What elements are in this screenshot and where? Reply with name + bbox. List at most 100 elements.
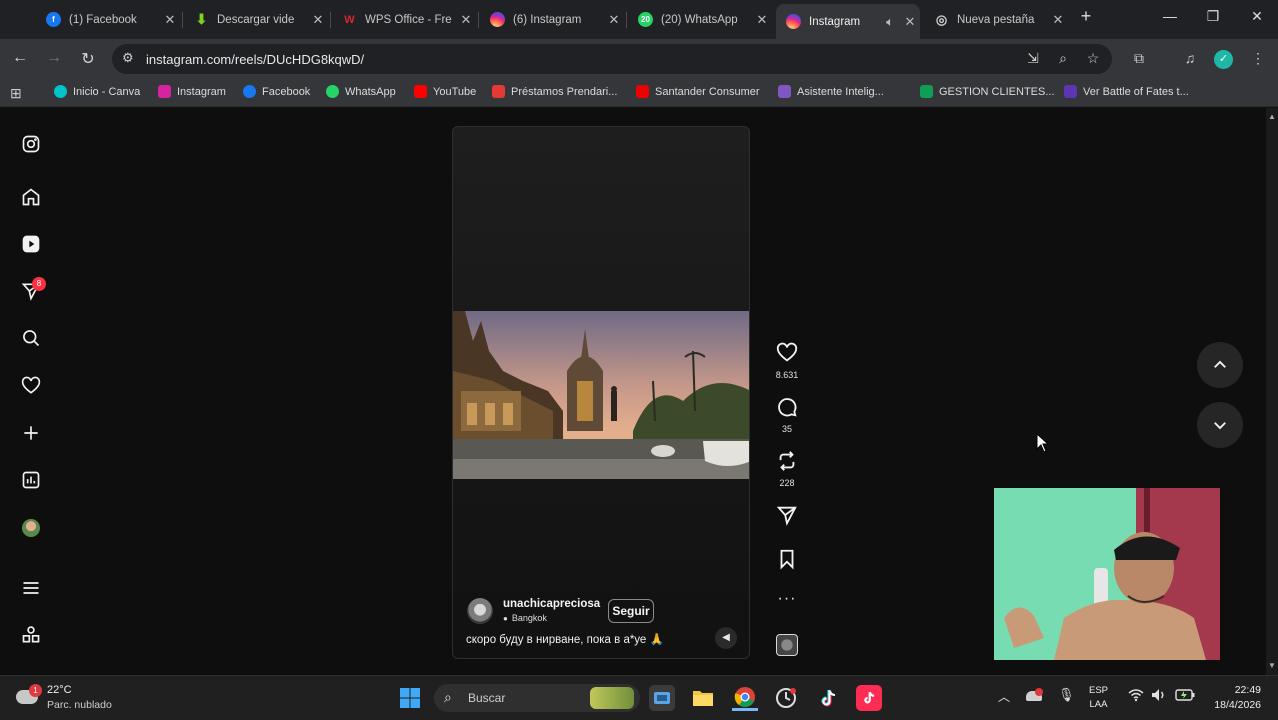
weather-description[interactable]: Parc. nublado [47, 699, 112, 711]
close-icon[interactable]: ✕ [604, 12, 624, 28]
bookmark-gestion-clientes[interactable]: GESTION CLIENTES... [920, 85, 1055, 98]
comment-button[interactable]: 35 [772, 396, 802, 434]
tab-instagram-6[interactable]: (6) Instagram ✕ [480, 4, 624, 35]
close-icon[interactable]: ✕ [1048, 12, 1068, 28]
new-tab-icon[interactable]: + [1076, 6, 1096, 27]
taskbar-search[interactable]: ⌕ Buscar [434, 684, 640, 712]
close-icon[interactable]: ✕ [456, 12, 476, 28]
user-avatar[interactable] [467, 598, 493, 624]
back-icon[interactable]: ← [10, 49, 30, 67]
profile-avatar[interactable] [20, 517, 42, 539]
tray-overflow-icon[interactable]: ︿ [998, 688, 1010, 705]
create-icon[interactable] [20, 422, 42, 444]
zoom-icon[interactable]: ⌕ [1054, 50, 1072, 67]
tab-facebook[interactable]: f (1) Facebook ✕ [36, 4, 180, 35]
home-icon[interactable] [20, 186, 42, 208]
close-icon[interactable]: ✕ [900, 14, 920, 30]
speaker-icon[interactable]: 🔈︎ [880, 14, 900, 30]
tab-title: (6) Instagram [513, 13, 582, 26]
input-language[interactable]: ESP LAA [1089, 685, 1108, 710]
tab-nueva-pestana[interactable]: ◎ Nueva pestaña ✕ [924, 4, 1068, 35]
address-bar[interactable]: ⚙︎ instagram.com/reels/DUcHDG8kqwD/ [112, 44, 1112, 74]
weather-widget-icon[interactable]: 1 [16, 684, 42, 710]
search-icon[interactable] [20, 327, 42, 349]
bookmark-santander[interactable]: Santander Consumer [636, 85, 760, 98]
url-text[interactable]: instagram.com/reels/DUcHDG8kqwD/ [146, 52, 364, 67]
reel-video[interactable]: unachicapreciosa ● Bangkok Seguir скоро … [452, 126, 750, 659]
notifications-icon[interactable] [20, 375, 42, 397]
bookmark-battle-of-fates[interactable]: Ver Battle of Fates t... [1064, 85, 1189, 98]
media-control-icon[interactable]: ♫ [1181, 50, 1199, 66]
tab-instagram-active[interactable]: Instagram 🔈︎ ✕ [776, 4, 920, 39]
page-scrollbar[interactable]: ▲ ▼ [1266, 108, 1278, 675]
bookmark-youtube[interactable]: YouTube [414, 85, 476, 98]
wifi-icon[interactable] [1128, 688, 1144, 705]
windows-taskbar: 1 22°C Parc. nublado ⌕ Buscar ︿ 🎙︎ ESP L… [0, 675, 1278, 720]
chevron-down-icon [1214, 422, 1226, 430]
keyboard-layout-label: LAA [1089, 699, 1108, 710]
reels-icon[interactable] [20, 233, 42, 255]
dashboard-icon[interactable] [20, 469, 42, 491]
facebook-icon [243, 85, 256, 98]
window-close-icon[interactable]: ✕ [1247, 8, 1267, 25]
volume-icon[interactable] [1151, 688, 1167, 705]
minimize-icon[interactable]: — [1160, 8, 1180, 24]
menu-kebab-icon[interactable]: ⋮ [1249, 50, 1267, 67]
save-button[interactable] [772, 548, 802, 575]
close-icon[interactable]: ✕ [160, 12, 180, 28]
more-icon[interactable] [20, 577, 42, 599]
forward-icon[interactable]: → [44, 49, 64, 67]
extensions-icon[interactable]: ⧉ [1130, 50, 1148, 67]
bookmark-whatsapp[interactable]: WhatsApp [326, 85, 396, 98]
previous-reel-button[interactable] [1197, 342, 1243, 388]
tiktok-app-icon[interactable] [856, 685, 882, 711]
also-from-meta-icon[interactable] [20, 624, 42, 646]
scroll-down-icon[interactable]: ▼ [1268, 661, 1276, 670]
windows-start-icon[interactable] [397, 685, 423, 711]
reload-icon[interactable]: ↻ [78, 49, 98, 69]
bookmark-canva[interactable]: Inicio - Canva [54, 85, 140, 98]
bookmark-asistente[interactable]: Asistente Intelig... [778, 85, 884, 98]
reel-username[interactable]: unachicapreciosa [503, 598, 600, 610]
like-button[interactable]: 8.631 [772, 342, 802, 380]
audio-thumbnail[interactable] [772, 634, 802, 656]
bookmark-facebook[interactable]: Facebook [243, 85, 310, 98]
tiktok-icon[interactable] [815, 685, 841, 711]
instagram-icon [786, 14, 801, 29]
browser-toolbar: ← → ↻ ⚙︎ instagram.com/reels/DUcHDG8kqwD… [0, 39, 1278, 79]
file-explorer-icon[interactable] [690, 685, 716, 711]
tab-wps-office[interactable]: W WPS Office - Fre ✕ [332, 4, 476, 35]
tray-app-icon[interactable] [1026, 688, 1044, 702]
task-view-icon[interactable] [649, 685, 675, 711]
close-icon[interactable]: ✕ [308, 12, 328, 28]
instagram-logo-icon[interactable] [20, 133, 42, 155]
close-icon[interactable]: ✕ [752, 12, 772, 28]
scroll-up-icon[interactable]: ▲ [1268, 112, 1276, 121]
download-icon: ⬇ [195, 11, 208, 27]
follow-button[interactable]: Seguir [608, 599, 654, 623]
share-button[interactable] [772, 504, 802, 531]
tab-descargar[interactable]: ⬇ Descargar vide ✕ [184, 4, 328, 35]
clock-app-icon[interactable] [773, 685, 799, 711]
taskbar-clock[interactable]: 22:49 18/4/2026 [1205, 684, 1261, 711]
install-app-icon[interactable]: ⇲ [1024, 50, 1042, 67]
apps-grid-icon[interactable]: ⊞ [10, 85, 22, 102]
next-reel-button[interactable] [1197, 402, 1243, 448]
reel-location[interactable]: ● Bangkok [503, 613, 547, 623]
profile-avatar[interactable]: ✓ [1214, 50, 1233, 69]
chrome-taskbar-icon[interactable] [732, 685, 758, 711]
mute-icon[interactable]: ◀︎ [715, 627, 737, 649]
microphone-icon[interactable]: 🎙︎ [1058, 687, 1075, 703]
restore-icon[interactable]: ❐ [1203, 8, 1223, 25]
bookmark-prestamos[interactable]: Préstamos Prendari... [492, 85, 617, 98]
more-options-icon[interactable]: ··· [772, 590, 802, 608]
repost-button[interactable]: 228 [772, 450, 802, 488]
temperature-label[interactable]: 22°C [47, 684, 72, 696]
canva-icon [54, 85, 67, 98]
tab-whatsapp[interactable]: 20 (20) WhatsApp ✕ [628, 4, 772, 35]
site-settings-icon[interactable]: ⚙︎ [122, 50, 134, 66]
bookmark-instagram[interactable]: Instagram [158, 85, 226, 98]
battery-icon[interactable] [1175, 688, 1195, 707]
bookmark-star-icon[interactable]: ☆ [1084, 50, 1102, 67]
reel-caption[interactable]: скоро буду в нирване, пока в а*уе 🙏 [466, 632, 664, 646]
